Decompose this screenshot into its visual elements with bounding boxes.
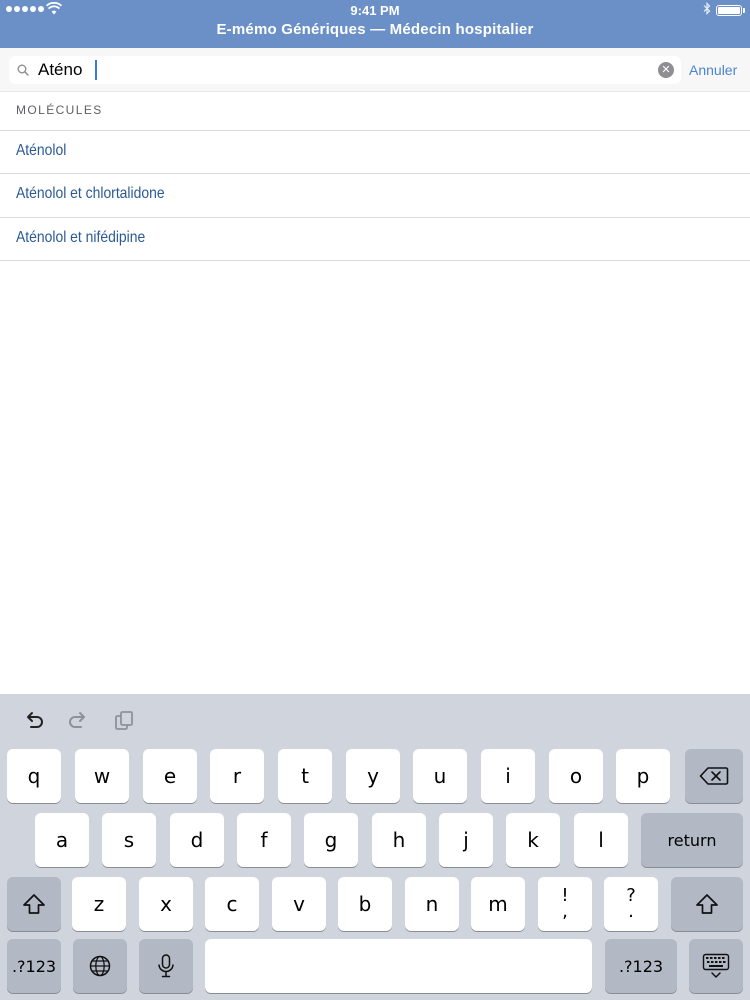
paste-icon[interactable] — [112, 708, 136, 732]
key-t[interactable]: t — [278, 749, 332, 803]
shift-key-left[interactable] — [7, 877, 61, 931]
key-f[interactable]: f — [237, 813, 291, 867]
key-s[interactable]: s — [102, 813, 156, 867]
key-r[interactable]: r — [210, 749, 264, 803]
keyboard-shortcut-bar — [0, 694, 750, 748]
clock: 9:41 PM — [350, 3, 400, 18]
list-item[interactable]: Aténolol et chlortalidone — [16, 185, 165, 203]
divider — [0, 173, 750, 174]
dismiss-keyboard-key[interactable] — [689, 939, 743, 993]
key-p[interactable]: p — [616, 749, 670, 803]
key-z[interactable]: z — [72, 877, 126, 931]
globe-key[interactable] — [73, 939, 127, 993]
app-header: 9:41 PM E-mémo Génériques — Médecin hosp… — [0, 0, 750, 48]
onscreen-keyboard: q w e r t y u i o p a s d f g h j k l re… — [0, 694, 750, 1000]
key-u[interactable]: u — [413, 749, 467, 803]
key-c[interactable]: c — [205, 877, 259, 931]
return-key[interactable]: return — [641, 813, 743, 867]
key-h[interactable]: h — [372, 813, 426, 867]
search-field[interactable]: ✕ — [9, 56, 681, 84]
key-j[interactable]: j — [439, 813, 493, 867]
key-a[interactable]: a — [35, 813, 89, 867]
status-bar: 9:41 PM — [0, 0, 750, 20]
shift-icon — [696, 894, 718, 914]
text-caret — [95, 60, 97, 80]
divider — [0, 260, 750, 261]
key-v[interactable]: v — [272, 877, 326, 931]
divider — [0, 130, 750, 131]
delete-key[interactable] — [685, 749, 743, 803]
key-exclamation-comma[interactable]: !, — [538, 877, 592, 931]
list-item[interactable]: Aténolol — [16, 142, 66, 160]
key-b[interactable]: b — [338, 877, 392, 931]
search-input[interactable] — [38, 59, 638, 81]
key-i[interactable]: i — [481, 749, 535, 803]
dictation-key[interactable] — [139, 939, 193, 993]
key-k[interactable]: k — [506, 813, 560, 867]
key-n[interactable]: n — [405, 877, 459, 931]
key-o[interactable]: o — [549, 749, 603, 803]
redo-icon[interactable] — [66, 708, 90, 732]
key-g[interactable]: g — [304, 813, 358, 867]
page-title: E-mémo Génériques — Médecin hospitalier — [216, 21, 534, 38]
key-l[interactable]: l — [574, 813, 628, 867]
clear-icon[interactable]: ✕ — [658, 62, 674, 78]
key-w[interactable]: w — [75, 749, 129, 803]
key-x[interactable]: x — [139, 877, 193, 931]
key-question-period[interactable]: ?. — [604, 877, 658, 931]
globe-icon — [89, 955, 111, 977]
shift-key-right[interactable] — [671, 877, 743, 931]
search-icon — [17, 64, 29, 76]
key-y[interactable]: y — [346, 749, 400, 803]
undo-icon[interactable] — [22, 708, 46, 732]
list-item[interactable]: Aténolol et nifédipine — [16, 229, 145, 247]
key-q[interactable]: q — [7, 749, 61, 803]
divider — [0, 217, 750, 218]
space-key[interactable] — [205, 939, 592, 993]
keyboard-dismiss-icon — [702, 953, 730, 978]
key-d[interactable]: d — [170, 813, 224, 867]
section-header-molecules: MOLÉCULES — [16, 103, 103, 117]
cancel-button[interactable]: Annuler — [689, 62, 737, 78]
numbers-key-left[interactable]: .?123 — [7, 939, 61, 993]
bluetooth-icon — [703, 2, 711, 18]
microphone-icon — [158, 954, 174, 978]
key-e[interactable]: e — [143, 749, 197, 803]
key-m[interactable]: m — [471, 877, 525, 931]
backspace-icon — [699, 767, 729, 785]
shift-icon — [23, 894, 45, 914]
numbers-key-right[interactable]: .?123 — [605, 939, 677, 993]
search-bar: ✕ Annuler — [0, 48, 750, 92]
battery-icon — [716, 5, 745, 16]
